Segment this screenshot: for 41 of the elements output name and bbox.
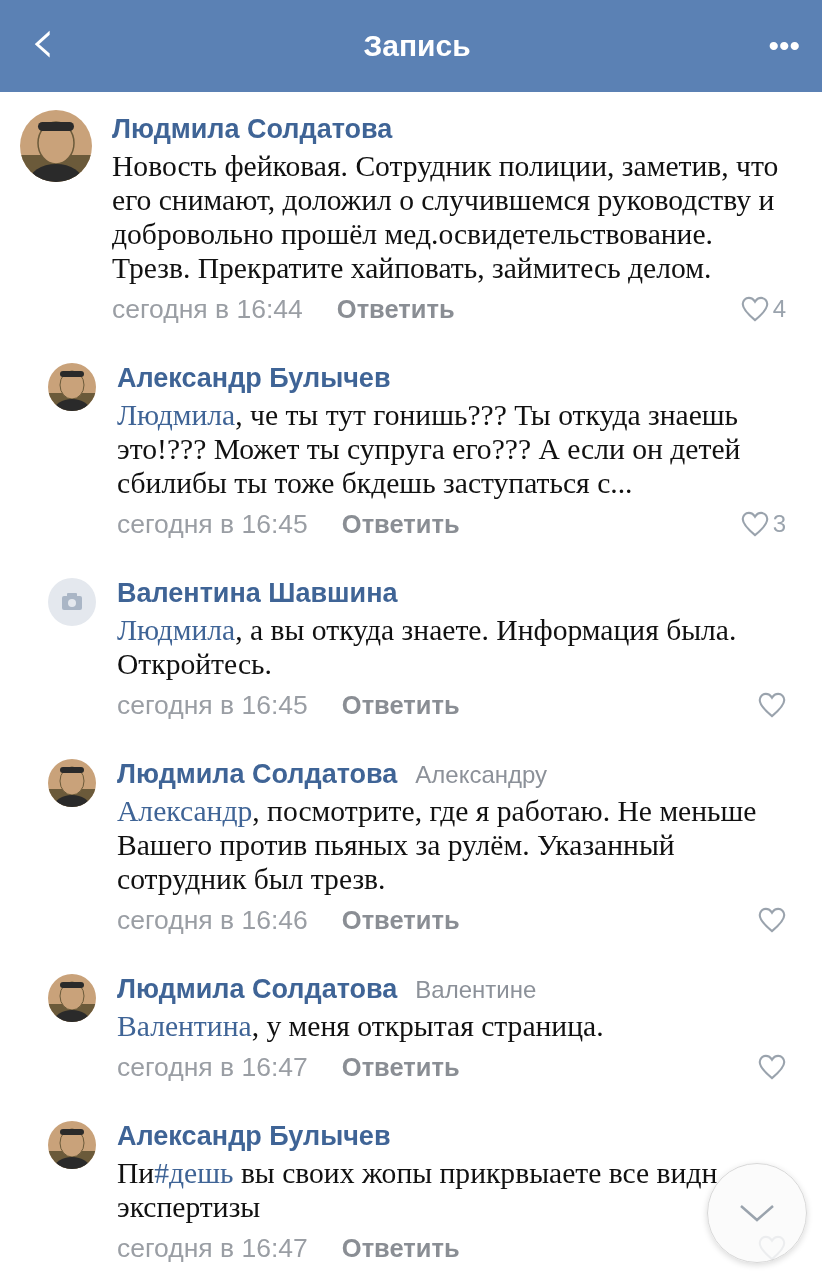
comment-text: Новость фейковая. Сотрудник полиции, заметив, что его снимают, доложил о случившемся руководству и добровольно прошёл мед.освидетельствование. Трезв. Прекратите хайповать, займитесь делом. — [112, 149, 780, 285]
comment-text: Александр, посмотрите, где я работаю. Не меньше Вашего против пьяных за рулём. Указанный сотрудник был трезв. — [117, 794, 758, 896]
author-name[interactable]: Людмила Солдатова — [117, 974, 398, 1005]
mention-link[interactable]: Александр — [117, 795, 253, 827]
heart-icon — [740, 296, 769, 322]
comment-time: сегодня в 16:47 — [117, 1232, 308, 1264]
author-name[interactable]: Людмила Солдатова — [117, 759, 398, 790]
reply-addressee: Валентине — [415, 976, 537, 1004]
reply-addressee: Александру — [415, 761, 548, 789]
comment-text: Людмила, а вы откуда знаете. Информация была. Откройтесь. — [117, 613, 738, 681]
mention-link[interactable]: #дешь — [154, 1157, 234, 1189]
reply-button[interactable]: Ответить — [336, 294, 455, 324]
comment-time: сегодня в 16:45 — [117, 508, 308, 540]
mention-link[interactable]: Людмила — [117, 399, 236, 431]
like-button[interactable] — [758, 907, 786, 933]
mention-link[interactable]: Валентина — [117, 1010, 252, 1042]
heart-icon — [758, 692, 786, 718]
more-button[interactable]: ••• — [768, 29, 800, 63]
heart-icon — [758, 1054, 786, 1080]
comment-time: сегодня в 16:44 — [112, 293, 303, 325]
comment-time: сегодня в 16:47 — [117, 1051, 308, 1083]
author-name[interactable]: Людмила Солдатова — [112, 114, 393, 145]
comment-time: сегодня в 16:46 — [117, 904, 308, 936]
mention-link[interactable]: Людмила — [117, 614, 236, 646]
reply-button[interactable]: Ответить — [341, 1233, 460, 1263]
comment-text: Людмила, че ты тут гонишь??? Ты откуда знаешь это!??? Может ты супруга его??? А если он детей сбилибы ты тоже бкдешь заступаться с... — [117, 398, 742, 500]
back-button[interactable]: ‹ — [20, 9, 66, 83]
like-button[interactable] — [758, 1054, 786, 1080]
reply-button[interactable]: Ответить — [341, 509, 460, 539]
author-name[interactable]: Валентина Шавшина — [117, 578, 398, 609]
reply-button[interactable]: Ответить — [341, 905, 460, 935]
reply-button[interactable]: Ответить — [341, 1052, 460, 1082]
author-name[interactable]: Александр Булычев — [117, 1121, 391, 1152]
comment-time: сегодня в 16:45 — [117, 689, 308, 721]
heart-icon — [740, 511, 769, 537]
comment-text: Валентина, у меня открытая страница. — [117, 1009, 605, 1043]
screen-title: Запись — [363, 29, 471, 63]
author-name[interactable]: Александр Булычев — [117, 363, 391, 394]
like-button[interactable] — [758, 692, 786, 718]
heart-icon — [758, 907, 786, 933]
reply-button[interactable]: Ответить — [341, 690, 460, 720]
